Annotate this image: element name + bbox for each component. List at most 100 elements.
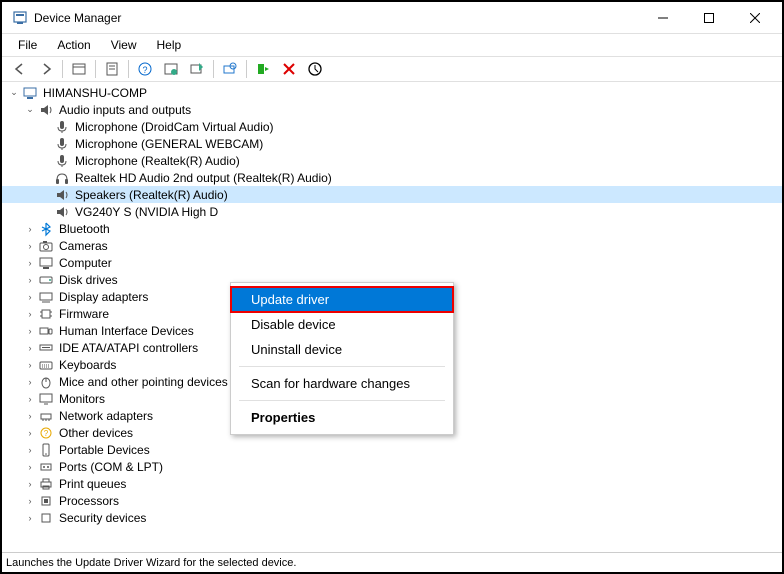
other-devices-icon: ? (38, 425, 54, 441)
properties-button[interactable] (100, 58, 124, 80)
menu-action[interactable]: Action (47, 36, 100, 54)
tree-category-computer[interactable]: › Computer (2, 254, 782, 271)
enable-device-button[interactable] (251, 58, 275, 80)
svg-text:?: ? (142, 65, 147, 75)
hid-icon (38, 323, 54, 339)
speaker-icon (54, 187, 70, 203)
titlebar: Device Manager (2, 2, 782, 34)
tree-category-bluetooth[interactable]: › Bluetooth (2, 220, 782, 237)
tree-category-security[interactable]: › Security devices (2, 509, 782, 526)
firmware-icon (38, 306, 54, 322)
tree-label: Portable Devices (57, 443, 152, 457)
tree-device[interactable]: Realtek HD Audio 2nd output (Realtek(R) … (2, 169, 782, 186)
expander-icon[interactable]: › (22, 510, 38, 526)
menu-file[interactable]: File (8, 36, 47, 54)
expander-icon[interactable]: ⌄ (22, 102, 38, 118)
context-menu-uninstall-device[interactable]: Uninstall device (231, 337, 453, 362)
scan-hardware-button[interactable] (218, 58, 242, 80)
menu-help[interactable]: Help (147, 36, 192, 54)
context-menu-scan-hardware[interactable]: Scan for hardware changes (231, 371, 453, 396)
uninstall-device-button[interactable] (277, 58, 301, 80)
menu-view[interactable]: View (101, 36, 147, 54)
minimize-button[interactable] (640, 3, 686, 33)
context-menu-separator (239, 366, 445, 367)
network-icon (38, 408, 54, 424)
tree-root[interactable]: ⌄ HIMANSHU-COMP (2, 84, 782, 101)
forward-button[interactable] (34, 58, 58, 80)
maximize-button[interactable] (686, 3, 732, 33)
tree-category-ports[interactable]: › Ports (COM & LPT) (2, 458, 782, 475)
action-button[interactable] (159, 58, 183, 80)
speaker-icon (54, 204, 70, 220)
tree-label: Print queues (57, 477, 128, 491)
expander-icon[interactable]: › (22, 323, 38, 339)
tree-label: Bluetooth (57, 222, 112, 236)
context-menu-separator (239, 400, 445, 401)
expander-icon[interactable]: › (22, 221, 38, 237)
tree-category-print-queues[interactable]: › Print queues (2, 475, 782, 492)
tree-label: Display adapters (57, 290, 150, 304)
ide-icon (38, 340, 54, 356)
menubar: File Action View Help (2, 34, 782, 56)
expander-icon[interactable]: › (22, 272, 38, 288)
expander-icon[interactable]: ⌄ (6, 85, 22, 101)
expander-icon[interactable]: › (22, 459, 38, 475)
tree-category-portable[interactable]: › Portable Devices (2, 441, 782, 458)
tree-device[interactable]: VG240Y S (NVIDIA High D (2, 203, 782, 220)
expander-icon[interactable]: › (22, 391, 38, 407)
show-hide-console-button[interactable] (67, 58, 91, 80)
tree-label: Other devices (57, 426, 135, 440)
update-driver-button[interactable] (185, 58, 209, 80)
expander-icon[interactable]: › (22, 476, 38, 492)
display-adapter-icon (38, 289, 54, 305)
camera-icon (38, 238, 54, 254)
tree-label: Human Interface Devices (57, 324, 196, 338)
expander-icon[interactable]: › (22, 442, 38, 458)
back-button[interactable] (8, 58, 32, 80)
statusbar: Launches the Update Driver Wizard for th… (2, 552, 782, 572)
close-button[interactable] (732, 3, 778, 33)
disk-icon (38, 272, 54, 288)
expander-icon[interactable]: › (22, 340, 38, 356)
tree-label: VG240Y S (NVIDIA High D (73, 205, 220, 219)
microphone-icon (54, 119, 70, 135)
tree-label: Realtek HD Audio 2nd output (Realtek(R) … (73, 171, 334, 185)
tree-category-processors[interactable]: › Processors (2, 492, 782, 509)
context-menu-properties[interactable]: Properties (231, 405, 453, 430)
tree-label: Keyboards (57, 358, 118, 372)
tree-device[interactable]: Microphone (DroidCam Virtual Audio) (2, 118, 782, 135)
statusbar-text: Launches the Update Driver Wizard for th… (6, 557, 296, 569)
processor-icon (38, 493, 54, 509)
expander-icon[interactable]: › (22, 306, 38, 322)
tree-category-cameras[interactable]: › Cameras (2, 237, 782, 254)
tree-label: Computer (57, 256, 114, 270)
expander-icon[interactable]: › (22, 425, 38, 441)
tree-device[interactable]: Microphone (Realtek(R) Audio) (2, 152, 782, 169)
svg-text:?: ? (44, 429, 49, 438)
help-button[interactable]: ? (133, 58, 157, 80)
tree-device-selected[interactable]: Speakers (Realtek(R) Audio) (2, 186, 782, 203)
expander-icon[interactable]: › (22, 357, 38, 373)
portable-device-icon (38, 442, 54, 458)
tree-label: Microphone (GENERAL WEBCAM) (73, 137, 265, 151)
disable-device-button[interactable] (303, 58, 327, 80)
context-menu-disable-device[interactable]: Disable device (231, 312, 453, 337)
tree-content[interactable]: ⌄ HIMANSHU-COMP ⌄ Audio inputs and outpu… (2, 82, 782, 552)
tree-label: Mice and other pointing devices (57, 375, 230, 389)
mouse-icon (38, 374, 54, 390)
context-menu-update-driver[interactable]: Update driver (231, 287, 453, 312)
toolbar-separator (95, 60, 96, 78)
expander-icon[interactable]: › (22, 238, 38, 254)
tree-category-audio[interactable]: ⌄ Audio inputs and outputs (2, 101, 782, 118)
tree-device[interactable]: Microphone (GENERAL WEBCAM) (2, 135, 782, 152)
expander-icon[interactable]: › (22, 493, 38, 509)
expander-icon[interactable]: › (22, 374, 38, 390)
toolbar-separator (62, 60, 63, 78)
expander-icon[interactable]: › (22, 255, 38, 271)
tree-label: Disk drives (57, 273, 120, 287)
microphone-icon (54, 153, 70, 169)
expander-icon[interactable]: › (22, 289, 38, 305)
monitor-icon (38, 391, 54, 407)
expander-icon[interactable]: › (22, 408, 38, 424)
printer-icon (38, 476, 54, 492)
